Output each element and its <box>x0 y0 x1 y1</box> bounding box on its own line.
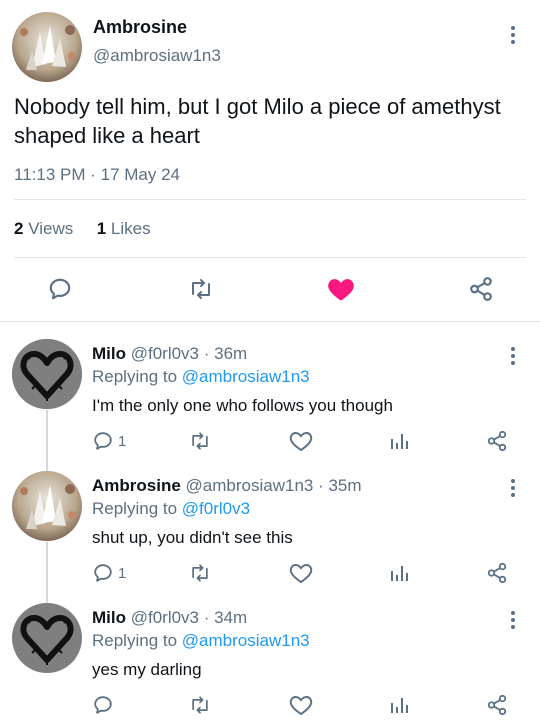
author-name[interactable]: Milo <box>92 344 126 363</box>
heart-icon <box>289 695 313 716</box>
main-tweet: Ambrosine @ambrosiaw1n3 Nobody tell him,… <box>0 0 540 322</box>
share-icon <box>487 694 507 716</box>
views-count: 2 <box>14 219 24 238</box>
author-handle-time[interactable]: @f0rl0v3 · 34m <box>131 608 247 627</box>
replying-to: Replying to @f0rl0v3 <box>92 499 250 519</box>
replying-to: Replying to @ambrosiaw1n3 <box>92 367 310 387</box>
retweet-icon <box>192 696 208 714</box>
like-button[interactable] <box>289 562 313 584</box>
replying-to-link[interactable]: @ambrosiaw1n3 <box>182 367 310 386</box>
bar-chart-icon <box>391 698 408 713</box>
share-button[interactable] <box>486 562 508 584</box>
views-label: Views <box>28 219 74 238</box>
speech-bubble-icon <box>49 278 71 300</box>
avatar[interactable] <box>12 603 82 673</box>
author-name[interactable]: Ambrosine <box>93 17 187 38</box>
retweet-button[interactable] <box>188 562 212 584</box>
reply-tweet: Milo @f0rl0v3 · 34m Replying to @ambrosi… <box>0 586 540 728</box>
speech-bubble-icon <box>94 432 112 450</box>
reply-button[interactable]: 1 <box>92 430 126 452</box>
likes-label[interactable]: Likes <box>111 219 151 238</box>
replying-prefix: Replying to <box>92 499 178 518</box>
share-icon <box>470 277 492 301</box>
speech-bubble-icon <box>94 696 112 714</box>
avatar[interactable] <box>12 12 82 82</box>
replying-prefix: Replying to <box>92 631 178 650</box>
bar-chart-icon <box>391 434 408 449</box>
author-handle[interactable]: @ambrosiaw1n3 <box>93 46 221 66</box>
divider <box>14 257 526 258</box>
reply-tweet: Ambrosine @ambrosiaw1n3 · 35m Replying t… <box>0 454 540 586</box>
reply-button[interactable] <box>47 276 73 302</box>
more-vertical-icon[interactable] <box>507 609 519 631</box>
reply-header: Ambrosine @ambrosiaw1n3 · 35m <box>92 476 362 496</box>
share-button[interactable] <box>486 694 508 716</box>
heart-icon <box>289 431 313 452</box>
author-name[interactable]: Milo <box>92 608 126 627</box>
tweet-timestamp[interactable]: 11:13 PM · 17 May 24 <box>14 165 180 185</box>
reply-text: shut up, you didn't see this <box>92 528 293 547</box>
replying-to-link[interactable]: @f0rl0v3 <box>182 499 250 518</box>
retweet-button[interactable] <box>188 694 212 716</box>
author-handle-time[interactable]: @f0rl0v3 · 36m <box>131 344 247 363</box>
more-vertical-icon[interactable] <box>507 477 519 499</box>
retweet-icon <box>192 279 210 299</box>
like-button[interactable] <box>289 430 313 452</box>
author-name[interactable]: Ambrosine <box>92 476 181 495</box>
speech-bubble-icon <box>94 564 112 582</box>
likes-count: 1 <box>96 219 107 238</box>
share-icon <box>487 562 507 584</box>
reply-tweet: Milo @f0rl0v3 · 36m Replying to @ambrosi… <box>0 322 540 454</box>
more-vertical-icon[interactable] <box>507 24 519 46</box>
replying-prefix: Replying to <box>92 367 178 386</box>
reply-text: yes my darling <box>92 660 202 679</box>
tweet-stats: 2 Views 1 Likes <box>14 219 151 239</box>
like-button[interactable] <box>327 276 355 302</box>
views-button[interactable] <box>388 562 410 584</box>
retweet-icon <box>192 432 208 450</box>
avatar[interactable] <box>12 339 82 409</box>
retweet-button[interactable] <box>188 430 212 452</box>
more-vertical-icon[interactable] <box>507 345 519 367</box>
reply-count: 1 <box>118 432 127 450</box>
retweet-button[interactable] <box>187 276 215 302</box>
heart-icon <box>289 563 313 584</box>
share-icon <box>487 430 507 452</box>
heart-icon <box>328 279 354 301</box>
retweet-icon <box>192 564 208 582</box>
reply-text: I'm the only one who follows you though <box>92 396 393 415</box>
replying-to: Replying to @ambrosiaw1n3 <box>92 631 310 651</box>
replying-to-link[interactable]: @ambrosiaw1n3 <box>182 631 310 650</box>
reply-count: 1 <box>118 564 127 582</box>
avatar[interactable] <box>12 471 82 541</box>
divider <box>14 199 526 200</box>
share-button[interactable] <box>467 276 495 302</box>
like-button[interactable] <box>289 694 313 716</box>
views-button[interactable] <box>388 694 410 716</box>
author-handle-time[interactable]: @ambrosiaw1n3 · 35m <box>186 476 362 495</box>
reply-header: Milo @f0rl0v3 · 34m <box>92 608 247 628</box>
reply-button[interactable]: 1 <box>92 562 126 584</box>
bar-chart-icon <box>391 566 408 581</box>
tweet-text: Nobody tell him, but I got Milo a piece … <box>14 94 501 148</box>
share-button[interactable] <box>486 430 508 452</box>
views-button[interactable] <box>388 430 410 452</box>
reply-button[interactable] <box>92 694 118 716</box>
reply-header: Milo @f0rl0v3 · 36m <box>92 344 247 364</box>
